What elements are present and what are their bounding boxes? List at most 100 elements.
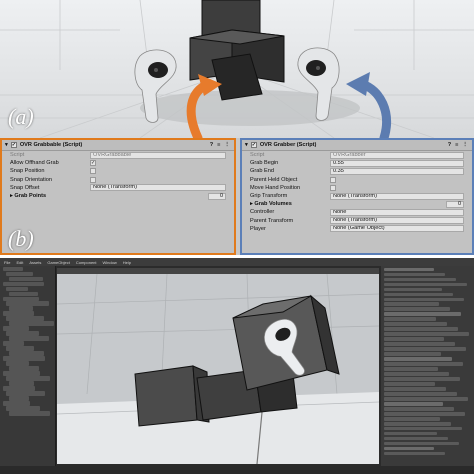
component-header[interactable]: ▾ ✓ OVR Grabber (Script) ? ≡ ⋮ bbox=[242, 140, 472, 151]
hierarchy-item[interactable] bbox=[9, 306, 33, 311]
more-options-icon[interactable]: ⋮ bbox=[462, 142, 468, 148]
inspector-property-row[interactable] bbox=[384, 422, 451, 426]
hierarchy-item[interactable] bbox=[6, 406, 40, 411]
inspector-property-row[interactable] bbox=[384, 402, 443, 406]
array-size-field[interactable]: 0 bbox=[446, 200, 464, 208]
enable-toggle[interactable]: ✓ bbox=[10, 142, 17, 148]
property-checkbox[interactable]: ✓ bbox=[90, 160, 96, 167]
inspector-property-row[interactable] bbox=[384, 337, 444, 341]
property-field[interactable]: 0.55 bbox=[330, 159, 464, 167]
hierarchy-item[interactable] bbox=[9, 366, 39, 371]
menu-item[interactable]: File bbox=[4, 260, 10, 265]
inspector-property-row[interactable] bbox=[384, 357, 452, 361]
inspector-property-row[interactable] bbox=[384, 377, 460, 381]
hierarchy-item[interactable] bbox=[3, 281, 44, 286]
inspector-property-row[interactable] bbox=[384, 397, 468, 401]
inspector-property-row[interactable] bbox=[384, 282, 467, 286]
property-label[interactable]: ▸ Grab Volumes bbox=[250, 201, 330, 207]
hierarchy-item[interactable] bbox=[9, 396, 29, 401]
hierarchy-item[interactable] bbox=[3, 356, 45, 361]
inspector-property-row[interactable] bbox=[384, 327, 458, 331]
hierarchy-item[interactable] bbox=[6, 361, 29, 366]
property-field[interactable]: 0.35 bbox=[330, 167, 464, 175]
inspector-property-row[interactable] bbox=[384, 347, 466, 351]
hierarchy-item[interactable] bbox=[3, 311, 34, 316]
inspector-property-row[interactable] bbox=[384, 332, 469, 336]
hierarchy-item[interactable] bbox=[6, 301, 49, 306]
hierarchy-item[interactable] bbox=[6, 271, 33, 276]
menu-item[interactable]: Help bbox=[123, 260, 131, 265]
inspector-property-row[interactable] bbox=[384, 437, 448, 441]
hierarchy-item[interactable] bbox=[3, 266, 23, 271]
property-field[interactable]: None (Game Object) bbox=[330, 225, 464, 233]
menu-item[interactable]: Edit bbox=[16, 260, 23, 265]
inspector-property-row[interactable] bbox=[384, 417, 440, 421]
property-checkbox[interactable] bbox=[90, 176, 96, 183]
property-field[interactable]: None (Transform) bbox=[90, 184, 226, 192]
hierarchy-item[interactable] bbox=[3, 326, 29, 331]
hierarchy-item[interactable] bbox=[6, 376, 50, 381]
inspector-property-row[interactable] bbox=[384, 277, 456, 281]
hierarchy-panel[interactable] bbox=[0, 266, 56, 466]
inspector-property-row[interactable] bbox=[384, 297, 464, 301]
inspector-property-row[interactable] bbox=[384, 267, 434, 271]
hierarchy-item[interactable] bbox=[3, 341, 24, 346]
inspector-property-row[interactable] bbox=[384, 322, 447, 326]
inspector-property-row[interactable] bbox=[384, 287, 442, 291]
enable-toggle[interactable]: ✓ bbox=[250, 142, 257, 148]
inspector-property-row[interactable] bbox=[384, 387, 446, 391]
hierarchy-item[interactable] bbox=[6, 316, 44, 321]
inspector-property-row[interactable] bbox=[384, 312, 461, 316]
menu-item[interactable]: Window bbox=[103, 260, 117, 265]
preset-icon[interactable]: ≡ bbox=[217, 142, 220, 148]
hierarchy-item[interactable] bbox=[9, 276, 43, 281]
hierarchy-item[interactable] bbox=[9, 411, 50, 416]
property-field[interactable]: None (Transform) bbox=[330, 217, 464, 225]
foldout-icon[interactable]: ▾ bbox=[245, 142, 248, 148]
component-header[interactable]: ▾ ✓ OVR Grabbable (Script) ? ≡ ⋮ bbox=[2, 140, 234, 151]
inspector-property-row[interactable] bbox=[384, 392, 457, 396]
inspector-property-row[interactable] bbox=[384, 302, 439, 306]
inspector-property-row[interactable] bbox=[384, 432, 437, 436]
inspector-property-row[interactable] bbox=[384, 452, 445, 456]
inspector-property-row[interactable] bbox=[384, 307, 450, 311]
hierarchy-item[interactable] bbox=[6, 391, 45, 396]
hierarchy-item[interactable] bbox=[3, 386, 35, 391]
inspector-property-row[interactable] bbox=[384, 342, 455, 346]
property-label[interactable]: ▸ Grab Points bbox=[10, 193, 90, 199]
hierarchy-item[interactable] bbox=[9, 351, 44, 356]
property-checkbox[interactable] bbox=[330, 176, 336, 183]
hierarchy-item[interactable] bbox=[3, 371, 40, 376]
more-options-icon[interactable]: ⋮ bbox=[224, 142, 230, 148]
foldout-icon[interactable]: ▾ bbox=[5, 142, 8, 148]
inspector-property-row[interactable] bbox=[384, 317, 436, 321]
inspector-property-row[interactable] bbox=[384, 362, 463, 366]
inspector-property-row[interactable] bbox=[384, 367, 438, 371]
property-field[interactable]: None bbox=[330, 208, 464, 216]
hierarchy-item[interactable] bbox=[9, 381, 34, 386]
menu-item[interactable]: Assets bbox=[29, 260, 41, 265]
inspector-property-row[interactable] bbox=[384, 442, 459, 446]
hierarchy-item[interactable] bbox=[3, 401, 30, 406]
array-size-field[interactable]: 0 bbox=[208, 192, 226, 200]
inspector-property-row[interactable] bbox=[384, 352, 441, 356]
inspector-property-row[interactable] bbox=[384, 427, 462, 431]
preset-icon[interactable]: ≡ bbox=[455, 142, 458, 148]
help-icon[interactable]: ? bbox=[210, 142, 213, 148]
hierarchy-item[interactable] bbox=[6, 346, 34, 351]
hierarchy-item[interactable] bbox=[9, 336, 49, 341]
inspector-property-row[interactable] bbox=[384, 407, 454, 411]
inspector-property-row[interactable] bbox=[384, 447, 434, 451]
property-field[interactable]: None (Transform) bbox=[330, 192, 464, 200]
hierarchy-item[interactable] bbox=[6, 331, 39, 336]
inspector-property-row[interactable] bbox=[384, 292, 453, 296]
inspector-panel-c[interactable] bbox=[381, 266, 474, 466]
hierarchy-item[interactable] bbox=[3, 296, 39, 301]
menu-item[interactable]: Component bbox=[76, 260, 97, 265]
hierarchy-item[interactable] bbox=[9, 291, 38, 296]
hierarchy-item[interactable] bbox=[6, 286, 28, 291]
property-checkbox[interactable] bbox=[330, 184, 336, 191]
menu-item[interactable]: GameObject bbox=[47, 260, 69, 265]
help-icon[interactable]: ? bbox=[448, 142, 451, 148]
inspector-property-row[interactable] bbox=[384, 412, 465, 416]
